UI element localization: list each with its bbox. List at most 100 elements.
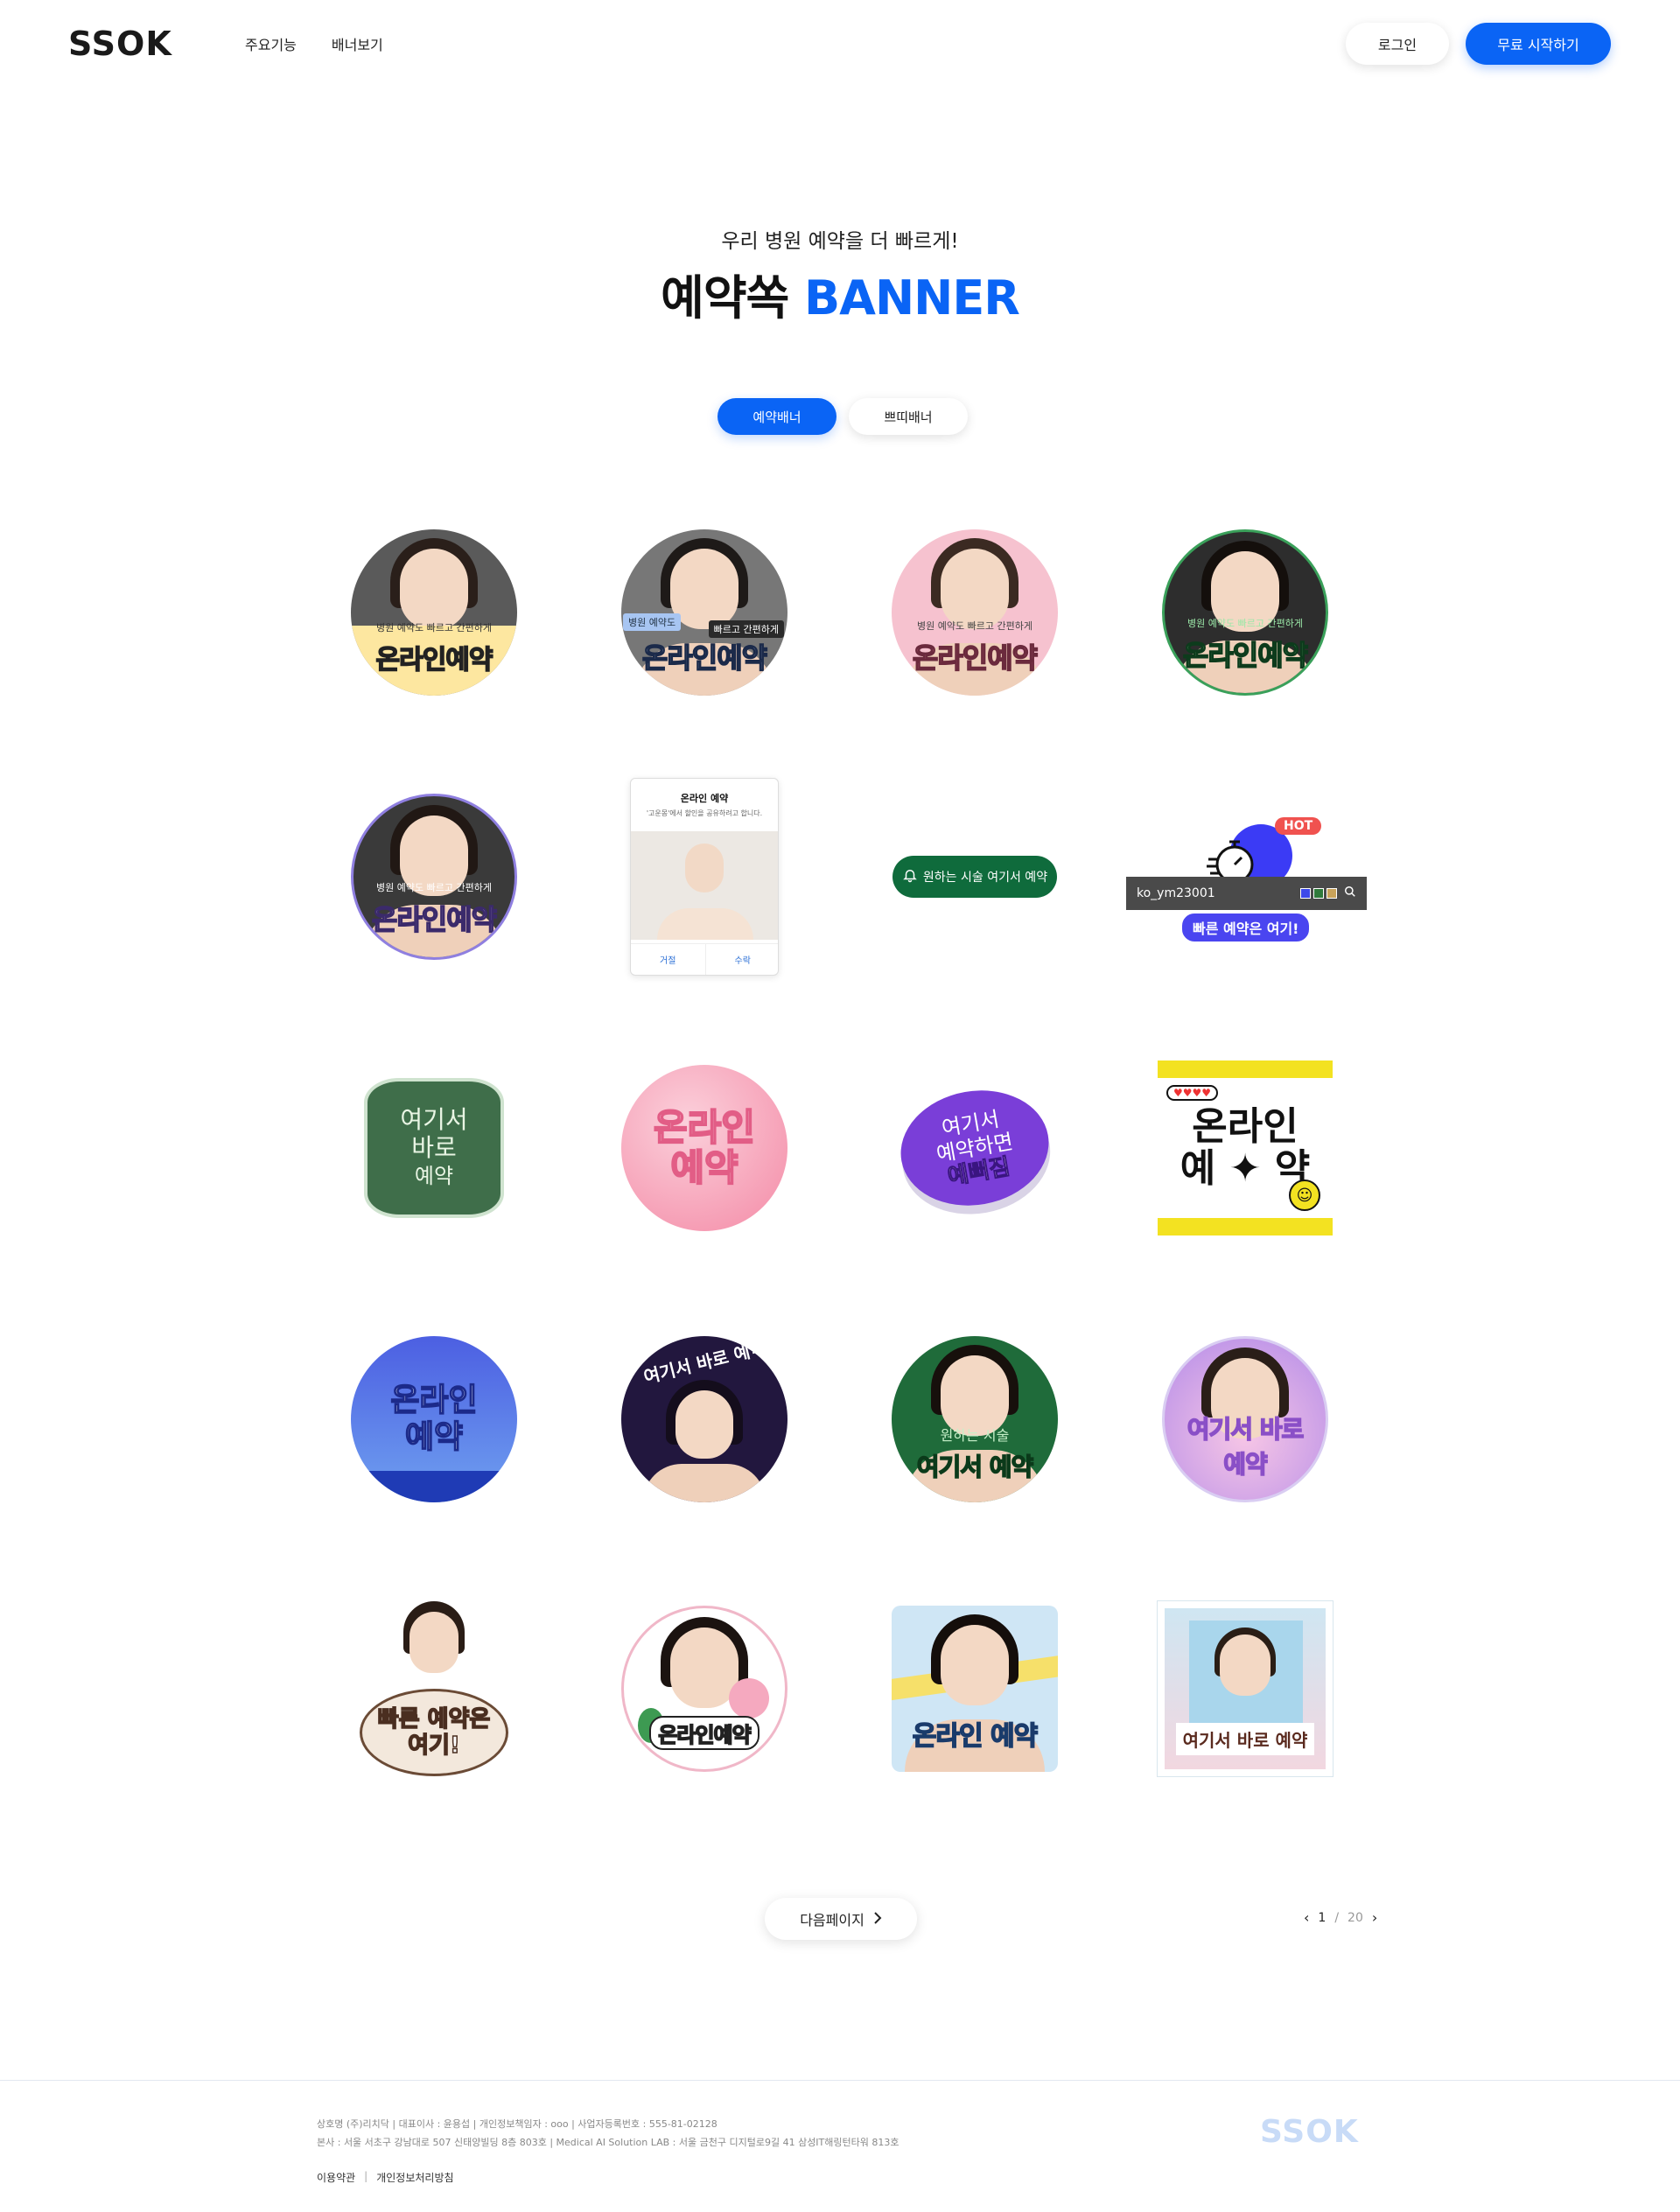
- banner-card-14[interactable]: 여기서 바로 예약: [617, 1332, 792, 1507]
- hero-title-main: 예약쏙: [661, 270, 789, 326]
- popup-photo: [631, 831, 778, 940]
- banner-tag-1: 병원 예약도: [623, 613, 682, 631]
- banner-big-text: 여기서 바로 예약: [1175, 1723, 1315, 1755]
- search-banner: HOT ko_ym23001 빠른 예약은 여기!: [1126, 812, 1367, 943]
- banner-card-1[interactable]: 병원 예약도 빠르고 간편하게 온라인예약: [346, 525, 522, 700]
- nav-banners[interactable]: 배너보기: [332, 33, 383, 54]
- banner-card-16[interactable]: 여기서 바로 예약: [1158, 1332, 1333, 1507]
- login-button[interactable]: 로그인: [1346, 23, 1449, 65]
- hearts-icon: ♥♥♥♥: [1166, 1085, 1219, 1101]
- page: SSOK 주요기능 배너보기 로그인 무료 시작하기 우리 병원 예약을 더 빠…: [0, 0, 1680, 2212]
- pager-current: 1: [1318, 1910, 1326, 1925]
- banner-big-text: 온라인예약: [649, 1716, 760, 1750]
- footer-company-info: 상호명 (주)리치닥 | 대표이사 : 윤용섭 | 개인정보책임자 : ooo …: [317, 2118, 718, 2130]
- banner-line-1: 온라인: [653, 1106, 756, 1149]
- tab-reservation-banner[interactable]: 예약배너: [718, 398, 836, 435]
- pager-total: 20: [1348, 1910, 1363, 1925]
- search-icon: [1344, 886, 1356, 901]
- tab-petit-banner[interactable]: 쁘띠배너: [849, 398, 968, 435]
- footer-logo: SSOK: [1260, 2114, 1359, 2150]
- banner-pill: 원하는 시술 여기서 예약: [892, 856, 1057, 898]
- chevron-right-icon: [873, 1911, 882, 1928]
- banner-line-2: 여기!: [407, 1732, 460, 1760]
- banner-card-6[interactable]: 온라인 예약 '고운몽'에서 할인을 공유하려고 합니다. 거절 수락: [617, 777, 792, 976]
- pager-next-icon[interactable]: ›: [1372, 1909, 1377, 1926]
- banner-line-2: 예 ✦ 약: [1180, 1146, 1311, 1191]
- banner-card-19[interactable]: 온라인 예약: [887, 1601, 1062, 1776]
- color-swatches: [1300, 888, 1337, 899]
- banner-card-17[interactable]: 빠른 예약은 여기!: [346, 1601, 522, 1776]
- search-username: ko_ym23001: [1137, 886, 1215, 900]
- hero-title-accent: BANNER: [804, 270, 1020, 326]
- banner-image: 병원 예약도 빠르고 간편하게 온라인예약: [621, 529, 788, 696]
- banner-image: 온라인 예약: [621, 1065, 788, 1231]
- footer-privacy-link[interactable]: 개인정보처리방침: [376, 2170, 453, 2185]
- banner-tag-2: 빠르고 간편하게: [708, 620, 784, 638]
- swatch-blue: [1300, 888, 1311, 899]
- footer-terms-link[interactable]: 이용약관: [317, 2170, 355, 2185]
- smiley-icon: ☺: [1289, 1180, 1320, 1211]
- popup-desc: '고운몽'에서 할인을 공유하려고 합니다.: [646, 809, 763, 817]
- city-silhouette: [351, 1471, 517, 1502]
- banner-small-text: 병원 예약도 빠르고 간편하게: [376, 882, 492, 893]
- banner-big-text: 온라인 예약: [912, 1720, 1039, 1753]
- banner-cta: 빠른 예약은 여기!: [1180, 912, 1312, 943]
- banner-card-10[interactable]: 온라인 예약: [617, 1060, 792, 1236]
- hot-badge: HOT: [1275, 817, 1322, 835]
- swatch-green: [1313, 888, 1324, 899]
- banner-square: ♥♥♥♥ 온라인 예 ✦ 약 ☺: [1158, 1060, 1333, 1236]
- footer-link-divider: |: [364, 2170, 368, 2182]
- banner-big-text: 온라인예약: [912, 640, 1039, 676]
- banner-card-7[interactable]: 원하는 시술 여기서 예약: [887, 789, 1062, 964]
- banner-card-9[interactable]: 여기서 바로 예약: [346, 1060, 522, 1236]
- banner-card-20[interactable]: 여기서 바로 예약: [1157, 1600, 1334, 1777]
- banner-card-18[interactable]: 온라인예약: [617, 1601, 792, 1776]
- banner-card-15[interactable]: 원하는 시술 여기서 예약: [887, 1332, 1062, 1507]
- hero-subtitle: 우리 병원 예약을 더 빠르게!: [721, 230, 959, 253]
- banner-line-2: 예약: [1222, 1449, 1268, 1480]
- nav-features[interactable]: 주요기능: [245, 33, 297, 54]
- footer-address: 본사 : 서울 서초구 강남대로 507 신태양빌딩 8층 803호 | Med…: [317, 2137, 900, 2148]
- portrait-face: [685, 844, 724, 892]
- banner-badge: 여기서 바로 예약: [364, 1078, 504, 1218]
- banner-oval: 빠른 예약은 여기!: [360, 1689, 508, 1776]
- banner-image: 병원 예약도 빠르고 간편하게 온라인예약: [351, 794, 517, 960]
- logo[interactable]: SSOK: [68, 26, 172, 61]
- reservation-popup: 온라인 예약 '고운몽'에서 할인을 공유하려고 합니다. 거절 수락: [630, 778, 779, 976]
- portrait-face: [410, 1612, 458, 1673]
- banner-card-11[interactable]: 여기서 예약하면 예뻐짐: [887, 1060, 1062, 1236]
- banner-tabs: 예약배너 쁘띠배너: [718, 398, 968, 435]
- banner-card-12[interactable]: ♥♥♥♥ 온라인 예 ✦ 약 ☺: [1158, 1060, 1333, 1236]
- banner-image: 온라인 예약: [351, 1336, 517, 1502]
- banner-image: 여기서 바로 예약: [621, 1336, 788, 1502]
- banner-line-1: 여기서 바로: [1186, 1414, 1305, 1445]
- banner-line-3: 예약: [414, 1164, 454, 1188]
- portrait-shoulder: [657, 908, 753, 940]
- banner-image: 병원 예약도 빠르고 간편하게 온라인예약: [351, 529, 517, 696]
- banner-card-8[interactable]: HOT ko_ym23001 빠른 예약은 여기!: [1126, 812, 1367, 943]
- banner-image: 온라인예약: [621, 1606, 788, 1772]
- popup-reject-button[interactable]: 거절: [631, 944, 706, 975]
- start-free-button[interactable]: 무료 시작하기: [1466, 23, 1611, 65]
- header: SSOK 주요기능 배너보기 로그인 무료 시작하기: [0, 0, 1680, 88]
- banner-small-text: 병원 예약도 빠르고 간편하게: [376, 622, 492, 634]
- banner-image: 빠른 예약은 여기!: [351, 1601, 517, 1776]
- footer: 상호명 (주)리치닥 | 대표이사 : 윤용섭 | 개인정보책임자 : ooo …: [0, 2080, 1680, 2212]
- banner-card-13[interactable]: 온라인 예약: [346, 1332, 522, 1507]
- next-page-button[interactable]: 다음페이지: [765, 1898, 917, 1940]
- banner-card-2[interactable]: 병원 예약도 빠르고 간편하게 온라인예약: [617, 525, 792, 700]
- banner-small-text: 병원 예약도 빠르고 간편하게: [917, 620, 1032, 632]
- banner-card-4[interactable]: 병원 예약도 빠르고 간편하게 온라인예약: [1158, 525, 1333, 700]
- banner-card-3[interactable]: 병원 예약도 빠르고 간편하게 온라인예약: [887, 525, 1062, 700]
- banner-image: 온라인 예약: [892, 1606, 1058, 1772]
- banner-image: 여기서 바로 예약: [1162, 1336, 1328, 1502]
- pager-separator: /: [1334, 1910, 1340, 1925]
- popup-title: 온라인 예약: [680, 793, 729, 804]
- popup-accept-button[interactable]: 수락: [706, 944, 779, 975]
- pager-prev-icon[interactable]: ‹: [1304, 1909, 1309, 1926]
- pager: ‹ 1 / 20 ›: [1304, 1909, 1377, 1926]
- flower-icon: [729, 1678, 769, 1718]
- banner-image: 병원 예약도 빠르고 간편하게 온라인예약: [892, 529, 1058, 696]
- banner-line-1: 빠른 예약은: [377, 1705, 491, 1733]
- banner-card-5[interactable]: 병원 예약도 빠르고 간편하게 온라인예약: [346, 789, 522, 964]
